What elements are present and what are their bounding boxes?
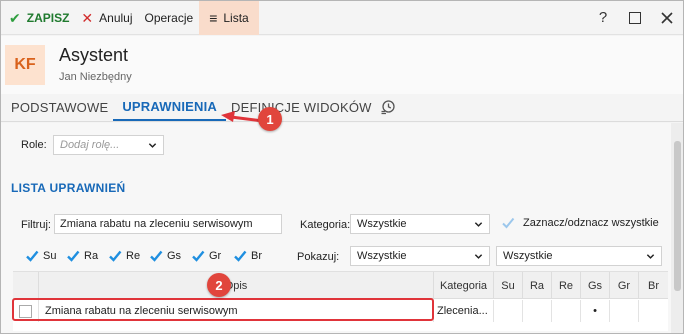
cancel-label: Anuluj xyxy=(99,10,133,25)
show-select-2[interactable]: Wszystkie xyxy=(496,246,662,266)
cell-ra[interactable] xyxy=(523,300,552,322)
checkmark-icon: ✔ xyxy=(9,9,21,26)
tab-podstawowe[interactable]: PODSTAWOWE xyxy=(1,93,113,121)
cell-su[interactable] xyxy=(494,300,523,322)
cell-kategoria: Zlecenia... xyxy=(434,300,494,322)
checkbox-label: Su xyxy=(43,250,57,262)
category-label: Kategoria: xyxy=(300,219,351,231)
save-label: ZAPISZ xyxy=(26,10,70,25)
check-icon xyxy=(149,249,163,263)
check-icon xyxy=(25,249,39,263)
column-header-br[interactable]: Br xyxy=(639,272,668,299)
filter-value: Zmiana rabatu na zleceniu serwisowym xyxy=(60,218,253,230)
row-select-cell[interactable] xyxy=(13,300,39,322)
tab-definicje-widokow[interactable]: DEFINICJE WIDOKÓW xyxy=(226,93,377,121)
help-button[interactable]: ? xyxy=(587,1,619,35)
roles-placeholder: Dodaj rolę... xyxy=(60,139,120,151)
column-header-ra[interactable]: Ra xyxy=(523,272,552,299)
check-icon xyxy=(66,249,80,263)
record-header: KF Asystent Jan Niezbędny xyxy=(1,36,683,94)
row-checkbox[interactable] xyxy=(19,304,32,318)
category-select[interactable]: Wszystkie xyxy=(350,214,490,234)
cell-gs[interactable]: • xyxy=(581,300,610,322)
annotation-badge-1: 1 xyxy=(258,107,282,131)
filter-checkbox-br[interactable]: Br xyxy=(233,249,262,263)
check-light-icon xyxy=(501,216,515,230)
checkbox-label: Ra xyxy=(84,250,99,262)
show-value-1: Wszystkie xyxy=(357,250,407,262)
close-window-icon xyxy=(661,11,673,24)
filter-checkbox-re[interactable]: Re xyxy=(108,249,140,263)
table-header: Opis Kategoria Su Ra Re Gs Gr Br xyxy=(13,272,668,299)
column-header-gs[interactable]: Gs xyxy=(581,272,610,299)
roles-select[interactable]: Dodaj rolę... xyxy=(53,135,164,155)
avatar: KF xyxy=(5,45,45,85)
close-window-button[interactable] xyxy=(651,1,683,35)
history-icon xyxy=(381,100,395,115)
cell-opis: Zmiana rabatu na zleceniu serwisowym xyxy=(39,300,434,322)
chevron-down-icon xyxy=(645,251,655,261)
maximize-button[interactable] xyxy=(619,1,651,35)
column-header-kategoria[interactable]: Kategoria xyxy=(434,272,494,299)
column-header-gr[interactable]: Gr xyxy=(610,272,639,299)
window: ✔ ZAPISZ ✕ Anuluj Operacje ≡ Lista ? KF … xyxy=(0,0,684,334)
chevron-down-icon xyxy=(147,140,157,150)
section-title: LISTA UPRAWNIEŃ xyxy=(11,181,126,195)
roles-label: Role: xyxy=(21,139,47,151)
operations-button[interactable]: Operacje xyxy=(139,1,200,35)
chevron-down-icon xyxy=(473,251,483,261)
checkbox-label: Gr xyxy=(209,250,222,262)
filter-input[interactable]: Zmiana rabatu na zleceniu serwisowym xyxy=(54,214,282,234)
checkbox-label: Br xyxy=(251,250,262,262)
table-row[interactable]: Zmiana rabatu na zleceniu serwisowym Zle… xyxy=(13,300,668,322)
column-header-su[interactable]: Su xyxy=(494,272,523,299)
show-label: Pokazuj: xyxy=(297,251,340,263)
cell-br[interactable] xyxy=(639,300,668,322)
tab-bar: PODSTAWOWE UPRAWNIENIA DEFINICJE WIDOKÓW xyxy=(1,94,683,122)
column-header-select[interactable] xyxy=(13,272,39,299)
filter-checkbox-gr[interactable]: Gr xyxy=(191,249,221,263)
category-value: Wszystkie xyxy=(357,218,407,230)
permissions-table: Opis Kategoria Su Ra Re Gs Gr Br Zmiana … xyxy=(13,271,668,331)
maximize-icon xyxy=(629,11,641,24)
show-value-2: Wszystkie xyxy=(503,250,553,262)
history-tab[interactable] xyxy=(377,93,399,121)
list-label: Lista xyxy=(223,10,249,25)
toggle-all-label: Zaznacz/odznacz wszystkie xyxy=(523,217,659,229)
filter-checkbox-su[interactable]: Su xyxy=(25,249,56,263)
filter-checkbox-ra[interactable]: Ra xyxy=(66,249,98,263)
annotation-badge-2: 2 xyxy=(207,273,231,297)
window-controls: ? xyxy=(587,1,683,35)
cell-re[interactable] xyxy=(552,300,581,322)
permissions-panel: Role: Dodaj rolę... LISTA UPRAWNIEŃ Filt… xyxy=(1,123,671,333)
hamburger-icon: ≡ xyxy=(209,9,218,26)
filter-checkbox-gs[interactable]: Gs xyxy=(149,249,181,263)
checkbox-label: Gs xyxy=(167,250,182,262)
toggle-all-button[interactable]: Zaznacz/odznacz wszystkie xyxy=(501,216,659,230)
cancel-button[interactable]: ✕ Anuluj xyxy=(75,1,138,35)
close-icon: ✕ xyxy=(81,9,94,26)
show-select-1[interactable]: Wszystkie xyxy=(350,246,490,266)
check-icon xyxy=(233,249,247,263)
list-button[interactable]: ≡ Lista xyxy=(199,1,259,35)
column-header-re[interactable]: Re xyxy=(552,272,581,299)
save-button[interactable]: ✔ ZAPISZ xyxy=(1,1,75,35)
operations-label: Operacje xyxy=(144,10,194,25)
page-title: Asystent xyxy=(59,45,129,65)
checkbox-label: Re xyxy=(126,250,141,262)
vertical-scrollbar[interactable] xyxy=(671,123,683,333)
cell-gr[interactable] xyxy=(610,300,639,322)
scrollbar-thumb[interactable] xyxy=(674,141,681,291)
page-subtitle: Jan Niezbędny xyxy=(59,71,132,83)
tab-uprawnienia[interactable]: UPRAWNIENIA xyxy=(113,93,226,121)
column-header-opis[interactable]: Opis xyxy=(39,272,434,299)
chevron-down-icon xyxy=(473,219,483,229)
filter-label: Filtruj: xyxy=(21,219,51,231)
check-icon xyxy=(108,249,122,263)
toolbar: ✔ ZAPISZ ✕ Anuluj Operacje ≡ Lista ? xyxy=(1,1,683,35)
check-icon xyxy=(191,249,205,263)
help-icon: ? xyxy=(598,9,608,26)
